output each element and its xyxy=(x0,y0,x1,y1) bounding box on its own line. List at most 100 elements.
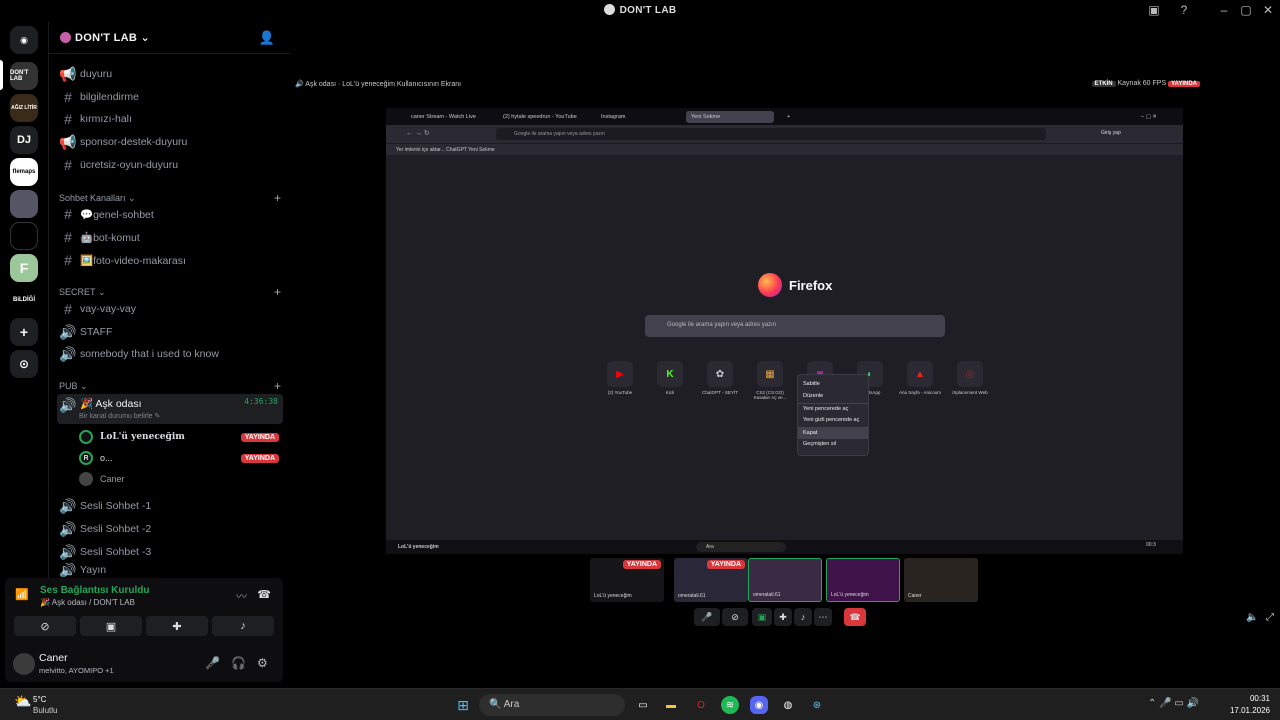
server-group-photo[interactable] xyxy=(10,190,38,218)
activities-button[interactable]: ✚ xyxy=(146,616,208,636)
soundboard-button[interactable]: ♪ xyxy=(794,608,812,626)
browser-tab[interactable]: caner Stream - Watch Live xyxy=(406,111,481,123)
channel-kirmizi-hali[interactable]: # kırmızı-halı xyxy=(57,108,283,130)
steam-helper-icon[interactable]: ◍ xyxy=(779,696,797,714)
channel-duyuru[interactable]: 📢 duyuru xyxy=(57,63,283,85)
voice-user[interactable]: LoL'ü yeneceğim YAYINDA xyxy=(79,427,279,447)
user-name[interactable]: Caner xyxy=(39,652,68,664)
voice-channel[interactable]: 🔊 Sesli Sohbet -3 xyxy=(57,541,283,563)
microphone-icon[interactable]: 🎤 xyxy=(205,656,220,670)
menu-item[interactable]: Sabitle xyxy=(798,379,868,391)
signal-icon[interactable]: 📶 xyxy=(15,588,29,601)
steam-icon[interactable]: ⊛ xyxy=(808,696,826,714)
noise-suppression-icon[interactable]: 〰 xyxy=(236,588,247,604)
weather-temp[interactable]: 5°C xyxy=(33,695,46,704)
shortcut-tile[interactable]: ▦ CS2 (CS:GO) Kasaları Aç ve... xyxy=(748,361,792,400)
mute-button[interactable]: 🎤 xyxy=(694,608,720,626)
server-dont-lab[interactable]: DON'T LAB xyxy=(10,62,38,90)
voice-location[interactable]: 🎉 Aşk odası / DON'T LAB xyxy=(40,598,135,607)
share-screen-button[interactable]: ▣ xyxy=(752,608,772,626)
clock-time[interactable]: 00:31 xyxy=(1228,694,1270,703)
menu-item[interactable]: Yeni pencerede aç xyxy=(798,403,868,415)
browser-tab-active[interactable]: Yeni Sekme xyxy=(686,111,774,123)
weather-icon[interactable]: ⛅ xyxy=(14,693,31,710)
disconnect-icon[interactable]: ☎ xyxy=(257,588,271,601)
menu-item[interactable]: Kapat xyxy=(798,427,868,439)
channel-sponsor[interactable]: 📢 sponsor-destek-duyuru xyxy=(57,131,283,153)
channel-vay-vay-vay[interactable]: # vay-vay-vay xyxy=(57,298,283,320)
participant-tile[interactable]: Caner xyxy=(904,558,978,602)
add-server-icon[interactable]: + xyxy=(10,318,38,346)
menu-item[interactable]: Yeni gizli pencerede aç xyxy=(798,415,868,427)
server-f[interactable]: F xyxy=(10,254,38,282)
participant-tile[interactable]: YAYINDA LoL'ü yeneceğim xyxy=(590,558,664,602)
menu-item[interactable]: Geçmişten sil xyxy=(798,439,868,451)
channel-ucretsiz-oyun[interactable]: # ücretsiz-oyun-duyuru xyxy=(57,154,283,176)
minimize-button[interactable]: – xyxy=(1214,3,1234,19)
opera-icon[interactable]: O xyxy=(692,696,710,714)
add-channel-icon[interactable]: + xyxy=(274,379,281,393)
discord-home-icon[interactable]: ◉ xyxy=(10,26,38,54)
voice-channel[interactable]: 🔊 Sesli Sohbet -1 xyxy=(57,495,283,517)
channel-bot-komut[interactable]: # 🤖bot-komut xyxy=(57,226,283,248)
new-tab-icon[interactable]: + xyxy=(782,111,795,123)
channel-bilgilendirme[interactable]: # bilgilendirme xyxy=(57,86,283,108)
invite-icon[interactable]: 👤 xyxy=(259,30,275,46)
shortcut-tile[interactable]: ✿ ChatGPT - SEYİT xyxy=(698,361,742,395)
headphones-icon[interactable]: 🎧 xyxy=(231,656,246,670)
category-pub[interactable]: PUB ⌄ + xyxy=(59,379,281,393)
shortcut-tile[interactable]: ◎ iSplacement Web xyxy=(948,361,992,395)
settings-icon[interactable]: ⚙ xyxy=(257,656,268,670)
avatar[interactable] xyxy=(13,653,35,675)
server-agiz-litir[interactable]: AĞIZ LİTİR xyxy=(10,94,38,122)
participant-tile[interactable]: YAYINDA omeratali.61 xyxy=(674,558,748,602)
voice-status[interactable]: Ses Bağlantısı Kuruldu xyxy=(40,585,149,596)
server-bildigi[interactable]: BiLDİĞİ xyxy=(10,286,38,314)
nav-arrows-icon[interactable]: ← → ↻ xyxy=(406,129,430,137)
close-button[interactable]: ✕ xyxy=(1258,3,1278,19)
server-stream[interactable] xyxy=(10,222,38,250)
browser-tab[interactable]: Instagram xyxy=(596,111,630,123)
shortcut-tile[interactable]: K Kick xyxy=(648,361,692,395)
participant-tile[interactable]: LoL'ü yeneceğim xyxy=(826,558,900,602)
channel-genel-sohbet[interactable]: # 💬genel-sohbet xyxy=(57,203,283,225)
browser-tab[interactable]: (2) hytale speedrun - YouTube xyxy=(498,111,582,123)
shortcut-tile[interactable]: ▲ Ana Sayfa - Anicoum xyxy=(898,361,942,395)
taskbar-search[interactable]: 🔍 Ara xyxy=(479,694,625,716)
shared-screen[interactable]: caner Stream - Watch Live (2) hytale spe… xyxy=(386,108,1183,554)
window-controls[interactable]: – ▢ ✕ xyxy=(1136,111,1162,123)
voice-user[interactable]: Caner xyxy=(79,469,279,489)
channel-somebody[interactable]: 🔊 somebody that i used to know xyxy=(57,343,283,365)
voice-channel[interactable]: 🔊 Sesli Sohbet -2 xyxy=(57,518,283,540)
url-bar[interactable]: Google ile arama yapın veya adres yazın xyxy=(496,128,1046,140)
clock-date[interactable]: 17.01.2026 xyxy=(1222,706,1270,715)
menu-item[interactable]: Düzenle xyxy=(798,391,868,403)
server-flemaps[interactable]: flemaps xyxy=(10,158,38,186)
task-view-icon[interactable]: ▭ xyxy=(634,696,652,714)
voice-channel[interactable]: 🔊 Yayın xyxy=(57,563,283,577)
discover-icon[interactable]: ⊙ xyxy=(10,350,38,378)
camera-toggle[interactable]: ⊘ xyxy=(722,608,748,626)
inbox-icon[interactable]: ▣ xyxy=(1144,3,1164,19)
start-icon[interactable]: ⊞ xyxy=(454,696,472,714)
channel-foto-video[interactable]: # 🖼️foto-video-makarası xyxy=(57,249,283,271)
screen-share-button[interactable]: ▣ xyxy=(80,616,142,636)
file-explorer-icon[interactable]: ▬ xyxy=(662,696,680,714)
channel-staff[interactable]: 🔊 STAFF xyxy=(57,321,283,343)
bookmarks-bar[interactable]: Yer imlerini içe aktar... ChatGPT Yeni S… xyxy=(386,143,1183,155)
server-dj[interactable]: DJ xyxy=(10,126,38,154)
camera-button[interactable]: ⊘ xyxy=(14,616,76,636)
channel-status-prompt[interactable]: Bir kanal durumu belirle ✎ xyxy=(79,412,160,420)
help-icon[interactable]: ? xyxy=(1174,3,1194,19)
weather-desc[interactable]: Bulutlu xyxy=(33,706,57,715)
more-icon[interactable]: ⋯ xyxy=(814,608,832,626)
firefox-search[interactable]: Google ile arama yapın veya adres yazın xyxy=(645,315,945,337)
fullscreen-icon[interactable]: ⤢ xyxy=(1266,612,1274,623)
tray-icons[interactable]: ⌃ 🎤 ▭ 🔊 xyxy=(1148,698,1199,709)
login-button[interactable]: Giriş yap xyxy=(1101,130,1121,136)
category-secret[interactable]: SECRET ⌄ + xyxy=(59,285,281,299)
leave-call-button[interactable]: ☎ xyxy=(844,608,866,626)
discord-icon[interactable]: ◉ xyxy=(750,696,768,714)
spotify-icon[interactable]: ≋ xyxy=(721,696,739,714)
activities-button[interactable]: ✚ xyxy=(774,608,792,626)
